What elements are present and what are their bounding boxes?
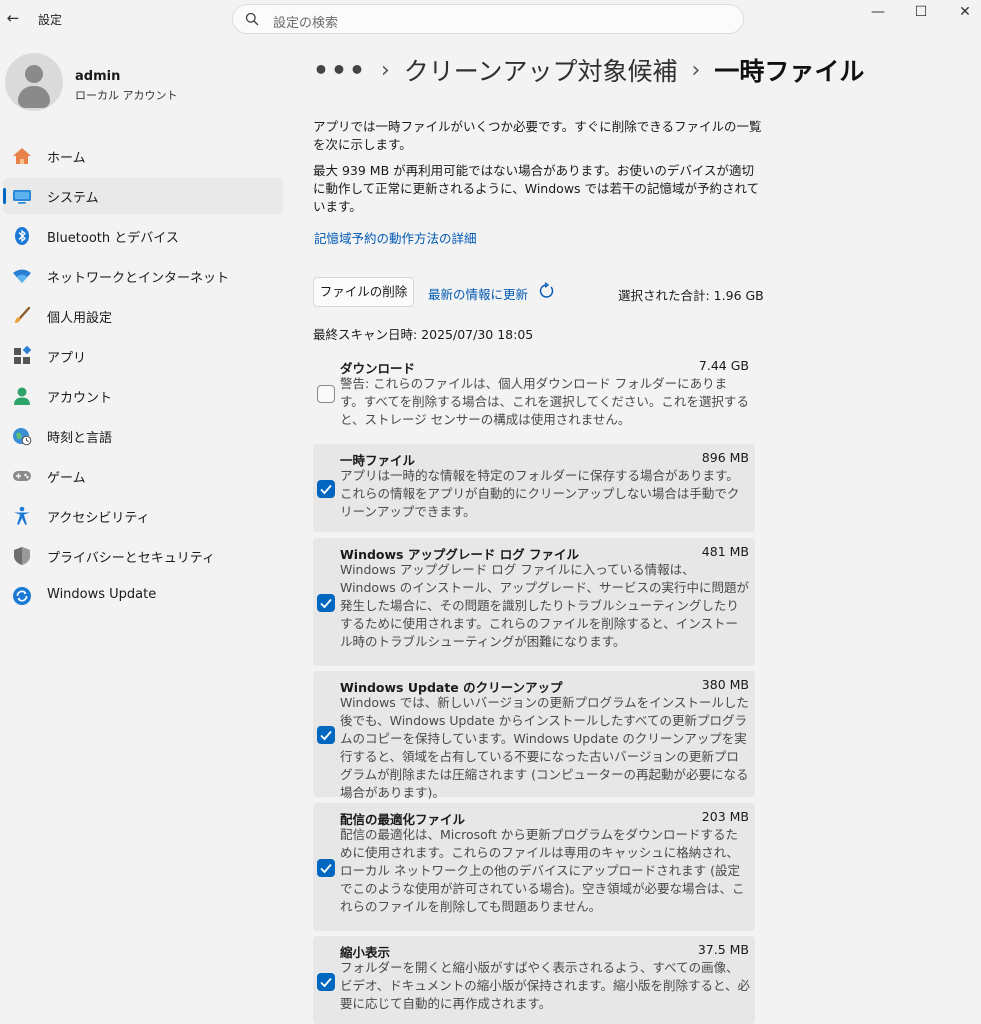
sidebar-item-label: Windows Update	[47, 587, 157, 602]
file-item-thumbnails[interactable]: 縮小表示 37.5 MB フォルダーを開くと縮小版がすばやく表示されるよう、すべ…	[313, 936, 755, 1024]
reserve-text: 最大 939 MB が再利用可能ではない場合があります。お使いのデバイスが適切に…	[313, 163, 760, 214]
sidebar-item-label: アクセシビリティ	[47, 511, 150, 526]
sidebar-item-network[interactable]: ネットワークとインターネット	[3, 258, 283, 294]
checkmark-icon	[320, 977, 332, 988]
wifi-icon	[13, 269, 31, 283]
file-item-downloads[interactable]: ダウンロード 7.44 GB 警告: これらのファイルは、個人用ダウンロード フ…	[313, 352, 755, 434]
home-icon	[13, 148, 31, 164]
title-bar: ← 設定 設定の検索 — ☐ ✕	[0, 0, 981, 40]
sidebar-item-time-language[interactable]: 時刻と言語	[3, 418, 283, 454]
checkmark-icon	[320, 484, 332, 495]
file-item-size: 380 MB	[701, 677, 749, 692]
sidebar-item-label: ネットワークとインターネット	[47, 271, 230, 286]
sidebar-item-gaming[interactable]: ゲーム	[3, 458, 283, 494]
file-item-description: フォルダーを開くと縮小版がすばやく表示されるよう、すべての画像、ビデオ、ドキュメ…	[340, 960, 751, 1011]
file-item-size: 896 MB	[701, 450, 749, 465]
chevron-right-icon: ›	[380, 57, 390, 83]
search-box[interactable]: 設定の検索	[232, 4, 744, 34]
file-item-size: 7.44 GB	[698, 358, 749, 373]
sidebar-item-label: 時刻と言語	[47, 431, 113, 446]
avatar[interactable]	[5, 53, 63, 111]
sidebar-item-label: システム	[47, 191, 99, 206]
windows-update-icon	[13, 587, 31, 605]
checkbox[interactable]	[317, 726, 335, 744]
gamepad-icon	[13, 471, 31, 481]
sidebar-item-label: ホーム	[47, 151, 86, 166]
delete-files-button[interactable]: ファイルの削除	[313, 277, 414, 307]
brush-icon	[15, 306, 31, 323]
checkbox[interactable]	[317, 480, 335, 498]
sidebar-item-accounts[interactable]: アカウント	[3, 378, 283, 414]
chevron-right-icon: ›	[691, 57, 701, 83]
minimize-button[interactable]: —	[855, 0, 901, 26]
accessibility-icon	[14, 506, 30, 525]
breadcrumb-more-button[interactable]: •••	[313, 56, 367, 85]
file-item-size: 481 MB	[701, 544, 749, 559]
file-item-description: Windows アップグレード ログ ファイルに入っている情報は、Windows…	[340, 562, 750, 649]
file-item-upgrade-logs[interactable]: Windows アップグレード ログ ファイル 481 MB Windows ア…	[313, 538, 755, 666]
sidebar-item-apps[interactable]: アプリ	[3, 338, 283, 374]
file-item-size: 37.5 MB	[697, 942, 749, 957]
account-icon	[14, 387, 30, 405]
sidebar-item-label: アカウント	[47, 391, 113, 406]
account-name: admin	[75, 69, 121, 84]
sidebar-item-label: アプリ	[47, 351, 87, 366]
sidebar-item-label: Bluetooth とデバイス	[47, 231, 179, 246]
time-language-icon	[13, 428, 32, 446]
breadcrumb: ••• › クリーンアップ対象候補 › 一時ファイル	[313, 52, 864, 88]
selected-total: 選択された合計: 1.96 GB	[618, 288, 764, 303]
sidebar-item-bluetooth[interactable]: Bluetooth とデバイス	[3, 218, 283, 254]
checkbox[interactable]	[317, 594, 335, 612]
search-icon	[245, 12, 259, 26]
file-item-size: 203 MB	[701, 809, 749, 824]
sidebar-item-home[interactable]: ホーム	[3, 138, 283, 174]
sidebar-item-accessibility[interactable]: アクセシビリティ	[3, 498, 283, 534]
maximize-button[interactable]: ☐	[898, 0, 944, 26]
close-button[interactable]: ✕	[942, 0, 981, 26]
refresh-icon[interactable]	[537, 282, 555, 300]
apps-icon	[14, 346, 32, 364]
account-type: ローカル アカウント	[75, 89, 178, 102]
intro-text: アプリでは一時ファイルがいくつか必要です。すぐに削除できるファイルの一覧を次に示…	[313, 119, 762, 152]
sidebar-nav: ホーム システム Bluetooth とデバイス ネットワークとインターネット …	[3, 138, 283, 618]
file-item-description: Windows では、新しいバージョンの更新プログラムをインストールした後でも、…	[340, 695, 749, 800]
file-item-description: 警告: これらのファイルは、個人用ダウンロード フォルダーにあります。すべてを削…	[340, 376, 749, 427]
avatar-head	[25, 65, 43, 83]
sidebar-item-privacy[interactable]: プライバシーとセキュリティ	[3, 538, 283, 574]
refresh-link[interactable]: 最新の情報に更新	[428, 284, 528, 303]
search-input[interactable]: 設定の検索	[273, 12, 338, 31]
checkmark-icon	[320, 598, 332, 609]
bluetooth-icon	[15, 227, 29, 245]
page-title: 一時ファイル	[714, 57, 865, 86]
sidebar-item-label: プライバシーとセキュリティ	[47, 551, 215, 566]
system-icon	[13, 190, 31, 204]
sidebar-item-label: 個人用設定	[47, 311, 113, 326]
sidebar-item-label: ゲーム	[47, 471, 86, 486]
last-scan-time: 最終スキャン日時: 2025/07/30 18:05	[313, 327, 534, 342]
shield-icon	[14, 547, 30, 565]
file-item-description: アプリは一時的な情報を特定のフォルダーに保存する場合があります。これらの情報をア…	[340, 468, 740, 519]
checkbox[interactable]	[317, 859, 335, 877]
file-item-windows-update-cleanup[interactable]: Windows Update のクリーンアップ 380 MB Windows で…	[313, 671, 755, 800]
sidebar-item-personalization[interactable]: 個人用設定	[3, 298, 283, 334]
file-item-delivery-optimization[interactable]: 配信の最適化ファイル 203 MB 配信の最適化は、Microsoft から更新…	[313, 803, 755, 931]
breadcrumb-parent[interactable]: クリーンアップ対象候補	[404, 57, 678, 86]
checkbox[interactable]	[317, 973, 335, 991]
checkmark-icon	[320, 863, 332, 874]
sidebar-item-system[interactable]: システム	[3, 178, 283, 214]
file-item-description: 配信の最適化は、Microsoft から更新プログラムをダウンロードするために使…	[340, 827, 745, 914]
avatar-body	[18, 86, 50, 108]
app-title: 設定	[38, 13, 63, 27]
storage-reserve-link[interactable]: 記憶域予約の動作方法の詳細	[314, 228, 477, 247]
checkmark-icon	[320, 730, 332, 741]
file-item-temp[interactable]: 一時ファイル 896 MB アプリは一時的な情報を特定のフォルダーに保存する場合…	[313, 444, 755, 532]
back-icon[interactable]: ←	[4, 8, 22, 28]
sidebar-item-windows-update[interactable]: Windows Update	[3, 578, 283, 614]
checkbox[interactable]	[317, 385, 335, 403]
